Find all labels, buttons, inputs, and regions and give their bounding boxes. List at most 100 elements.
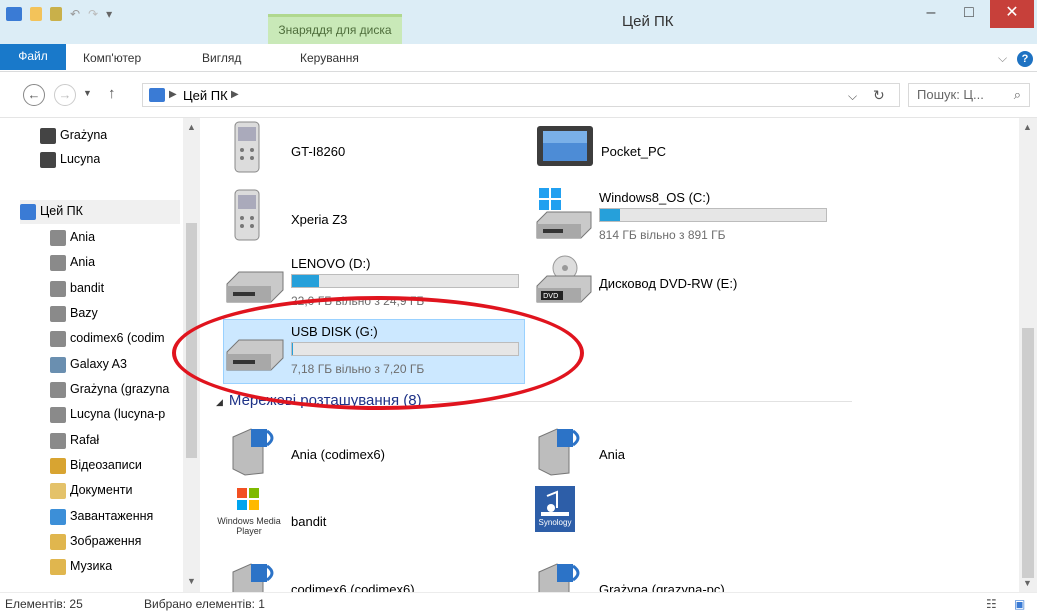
drive-usage-bar xyxy=(599,208,827,222)
device-name: Pocket_PC xyxy=(601,144,667,159)
network-locations-group[interactable]: ◢ Мережеві розташування (8) xyxy=(216,392,852,409)
status-bar: Елементів: 25 Вибрано елементів: 1 ☷ ▣ xyxy=(0,592,1037,614)
scroll-down-icon[interactable]: ▼ xyxy=(1023,578,1032,588)
network-ania[interactable]: Ania xyxy=(535,423,795,479)
network-name: Grażyna (grazyna-pc) xyxy=(599,582,725,592)
back-button[interactable]: ← xyxy=(23,84,45,106)
minimize-button[interactable]: – xyxy=(912,0,950,28)
nav-item-bandit[interactable]: bandit xyxy=(50,277,104,301)
drive-free-space: 22,0 ГБ вільно з 24,9 ГБ xyxy=(291,294,425,308)
nav-item-documents[interactable]: Документи xyxy=(50,479,132,503)
nav-item-pictures[interactable]: Зображення xyxy=(50,530,141,554)
computer-icon xyxy=(149,88,165,102)
collapse-icon[interactable]: ◢ xyxy=(216,397,223,407)
network-share-icon xyxy=(50,305,66,322)
nav-item-galaxy-a3[interactable]: Galaxy A3 xyxy=(50,353,127,377)
navigation-pane[interactable]: Grażyna Lucyna Цей ПК Ania Ania bandit B… xyxy=(0,118,200,592)
nav-item-music[interactable]: Музика xyxy=(50,555,112,579)
network-share-icon xyxy=(50,330,66,347)
content-pane[interactable]: GT-I8260 Pocket_PC Xperia Z3 Windows8_OS… xyxy=(201,118,1019,592)
downloads-folder-icon xyxy=(50,508,66,525)
network-bandit[interactable]: Windows Media Player bandit xyxy=(217,486,477,542)
maximize-button[interactable]: □ xyxy=(950,0,988,28)
up-button[interactable]: ↑ xyxy=(108,85,116,102)
group-divider xyxy=(431,400,852,402)
nav-item-grazyna[interactable]: Grażyna xyxy=(40,124,107,148)
search-input[interactable]: Пошук: Ц... ⌕ xyxy=(908,83,1030,107)
network-server-icon xyxy=(538,563,580,592)
content-scroll-thumb[interactable] xyxy=(1022,328,1034,578)
usb-drive-icon xyxy=(226,339,284,371)
chevron-right-icon[interactable]: ▶ xyxy=(169,89,177,100)
network-synology[interactable]: Synology xyxy=(535,486,795,546)
nav-item-this-pc[interactable]: Цей ПК xyxy=(20,200,180,224)
nav-item-bazy[interactable]: Bazy xyxy=(50,302,98,326)
properties-icon[interactable] xyxy=(30,7,42,21)
network-grazyna-pc[interactable]: Grażyna (grazyna-pc) xyxy=(535,558,795,592)
dvd-drive-icon: DVD xyxy=(536,255,592,303)
drive-free-space: 7,18 ГБ вільно з 7,20 ГБ xyxy=(291,362,425,376)
undo-icon[interactable]: ↶ xyxy=(70,7,80,21)
nav-item-downloads[interactable]: Завантаження xyxy=(50,505,153,529)
history-dropdown-icon[interactable]: ⌵ xyxy=(848,89,857,104)
network-codimex6[interactable]: codimex6 (codimex6) xyxy=(229,558,489,592)
tab-computer[interactable]: Комп'ютер xyxy=(83,44,141,72)
nav-item-grazyna-pc[interactable]: Grażyna (grazyna xyxy=(50,378,183,402)
context-tab-drive-tools[interactable]: Знаряддя для диска xyxy=(268,14,402,44)
network-name: Ania (codimex6) xyxy=(291,447,385,462)
close-button[interactable]: ✕ xyxy=(990,0,1034,28)
large-icons-view-icon[interactable]: ▣ xyxy=(1014,593,1025,615)
customize-qat-icon[interactable]: ▾ xyxy=(106,7,112,21)
refresh-icon[interactable]: ↻ xyxy=(873,87,885,104)
details-view-icon[interactable]: ☷ xyxy=(986,593,997,615)
network-share-icon xyxy=(50,381,66,398)
computer-icon[interactable] xyxy=(6,7,22,21)
drive-g-usb[interactable]: USB DISK (G:) 7,18 ГБ вільно з 7,20 ГБ xyxy=(225,322,525,382)
computer-icon xyxy=(20,203,36,220)
pictures-folder-icon xyxy=(50,533,66,550)
tab-manage[interactable]: Керування xyxy=(300,44,359,72)
drive-e-dvd[interactable]: DVD Дисковод DVD-RW (E:) xyxy=(535,254,835,314)
device-xperia-z3[interactable]: Xperia Z3 xyxy=(229,188,489,244)
nav-item-ania[interactable]: Ania xyxy=(50,226,95,250)
drive-d[interactable]: LENOVO (D:) 22,0 ГБ вільно з 24,9 ГБ xyxy=(225,254,525,314)
redo-icon[interactable]: ↷ xyxy=(88,7,98,21)
network-name: Ania xyxy=(599,447,626,462)
new-folder-icon[interactable] xyxy=(50,7,62,21)
address-bar[interactable]: ▶ Цей ПК ▶ ⌵ ↻ xyxy=(142,83,900,107)
windows-drive-icon xyxy=(536,188,592,239)
device-pocket-pc[interactable]: Pocket_PC xyxy=(535,122,835,178)
drive-c[interactable]: Windows8_OS (C:) 814 ГБ вільно з 891 ГБ xyxy=(535,188,835,248)
tab-file[interactable]: Файл xyxy=(0,44,66,70)
scroll-up-icon[interactable]: ▲ xyxy=(1023,122,1032,132)
forward-button[interactable]: → xyxy=(54,84,76,106)
nav-item-lucyna-pc[interactable]: Lucyna (lucyna-p xyxy=(50,403,183,427)
recent-locations-icon[interactable]: ▼ xyxy=(83,88,92,98)
scroll-up-icon[interactable]: ▲ xyxy=(187,122,196,132)
scroll-down-icon[interactable]: ▼ xyxy=(187,576,196,586)
device-name: GT-I8260 xyxy=(291,144,346,159)
network-share-icon xyxy=(50,406,66,423)
help-icon[interactable]: ? xyxy=(1017,51,1033,67)
expand-ribbon-icon[interactable]: ⌵ xyxy=(998,51,1007,66)
nav-item-codimex6[interactable]: codimex6 (codim xyxy=(50,327,183,351)
device-gt-i8260[interactable]: GT-I8260 xyxy=(229,120,489,176)
nav-item-lucyna[interactable]: Lucyna xyxy=(40,148,100,172)
nav-item-ania-2[interactable]: Ania xyxy=(50,251,95,275)
chevron-right-icon[interactable]: ▶ xyxy=(231,89,239,100)
network-ania-codimex6[interactable]: Ania (codimex6) xyxy=(229,423,489,479)
quick-access-toolbar: ↶ ↷ ▾ xyxy=(6,7,112,21)
selected-count: Вибрано елементів: 1 xyxy=(144,597,265,611)
search-icon[interactable]: ⌕ xyxy=(1014,87,1021,103)
breadcrumb[interactable]: Цей ПК xyxy=(183,88,228,103)
nav-scrollbar[interactable]: ▲ ▼ xyxy=(183,118,200,592)
network-share-icon xyxy=(50,432,66,449)
nav-item-videos[interactable]: Відеозаписи xyxy=(50,454,142,478)
drive-name: Windows8_OS (C:) xyxy=(599,190,711,205)
network-name: bandit xyxy=(291,514,327,529)
nav-scroll-thumb[interactable] xyxy=(186,223,197,458)
content-scrollbar[interactable]: ▲ ▼ xyxy=(1019,118,1037,592)
tab-view[interactable]: Вигляд xyxy=(202,44,241,72)
nav-item-rafal[interactable]: Rafał xyxy=(50,429,99,453)
logo-text: Synology xyxy=(538,518,572,527)
